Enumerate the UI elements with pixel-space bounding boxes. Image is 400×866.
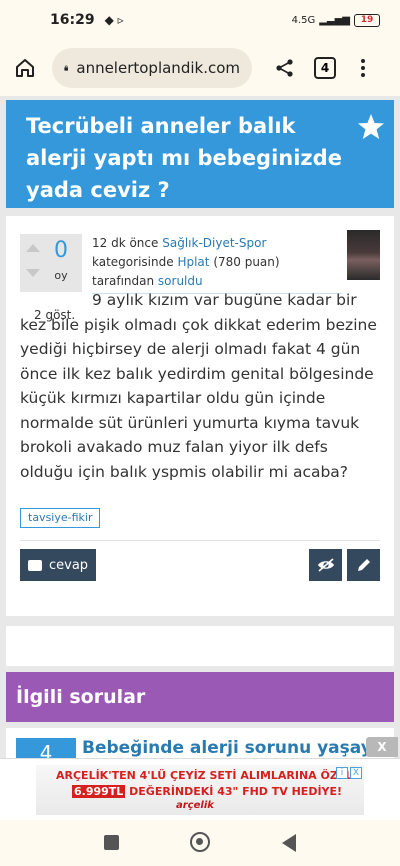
question-title: Tecrübeli anneler balık alerji yaptı mı … (26, 114, 342, 202)
battery-icon: 19 (354, 13, 380, 27)
clock: 16:29 (50, 12, 95, 28)
ad-line-2: 6.999TL DEĞERİNDEKİ 43" FHD TV HEDİYE! (72, 785, 342, 798)
address-bar[interactable]: annelertoplandik.com (52, 48, 252, 88)
ad-info-icon[interactable]: i (336, 767, 348, 779)
tab-switcher-button[interactable]: 4 (314, 57, 336, 79)
meta-category-suffix: kategorisinde (92, 255, 174, 269)
ad-brand-logo: arçelik (176, 800, 214, 811)
reply-label: cevap (49, 557, 89, 573)
question-title-box: Tecrübeli anneler balık alerji yaptı mı … (6, 100, 394, 208)
related-title[interactable]: Bebeğinde alerji sorunu yaşayan (82, 738, 395, 758)
favorite-star-icon[interactable] (356, 112, 386, 142)
home-button[interactable] (10, 53, 40, 83)
related-questions-header: İlgili sorular (6, 672, 394, 722)
ad-line-2-text: DEĞERİNDEKİ 43" FHD TV HEDİYE! (129, 785, 343, 798)
home-icon (16, 59, 34, 77)
answers-placeholder (6, 626, 394, 666)
ad-close-button[interactable]: X (366, 737, 398, 757)
related-heading: İlgili sorular (16, 686, 146, 708)
vote-down-icon[interactable] (26, 269, 40, 277)
question-meta: 12 dk önce Sağlık-Diyet-Spor kategorisin… (92, 234, 342, 294)
comment-icon (28, 559, 42, 571)
vote-label: oy (54, 269, 68, 282)
status-icons: 4.5G ▂▃▅▆ 19 (291, 13, 380, 27)
ad-line-1: ARÇELİK'TEN 4'LÜ ÇEYİZ SETİ ALIMLARINA Ö… (56, 769, 353, 782)
user-link[interactable]: Hplat (177, 255, 209, 269)
back-button[interactable] (282, 834, 296, 852)
home-nav-button[interactable] (190, 832, 210, 852)
url-text: annelertoplandik.com (76, 59, 240, 77)
asked-link[interactable]: soruldu (158, 274, 203, 288)
notification-icons: ◆ ▹ (104, 13, 124, 27)
user-points: (780 puan) (213, 255, 280, 269)
category-link[interactable]: Sağlık-Diyet-Spor (162, 236, 266, 250)
ad-banner: ARÇELİK'TEN 4'LÜ ÇEYİZ SETİ ALIMLARINA Ö… (0, 758, 400, 820)
divider (20, 540, 380, 541)
meta-time: 12 dk önce (92, 236, 159, 250)
vote-box: 0 oy (20, 234, 82, 292)
hide-button[interactable] (309, 549, 342, 581)
page-content: Tecrübeli anneler balık alerji yaptı mı … (0, 96, 400, 758)
question-card: 0 oy 2 göst. 12 dk önce Sağlık-Diyet-Spo… (6, 216, 394, 616)
ad-x-icon[interactable]: X (350, 767, 362, 779)
avatar[interactable] (347, 230, 380, 280)
signal-icon: ▂▃▅▆ (319, 14, 350, 26)
ad-price: 6.999TL (72, 785, 126, 798)
vote-count: 0 (54, 238, 68, 263)
ad-creative[interactable]: ARÇELİK'TEN 4'LÜ ÇEYİZ SETİ ALIMLARINA Ö… (36, 765, 364, 815)
edit-button[interactable] (347, 549, 380, 581)
list-item[interactable]: 4 Bebeğinde alerji sorunu yaşayan (6, 728, 395, 758)
overflow-menu-button[interactable] (358, 59, 368, 77)
browser-toolbar: annelertoplandik.com 4 (0, 40, 400, 96)
vote-up-icon[interactable] (26, 244, 40, 252)
reply-button[interactable]: cevap (20, 549, 96, 581)
status-bar: 16:29 ◆ ▹ 4.5G ▂▃▅▆ 19 (0, 0, 400, 40)
system-nav-bar (0, 820, 400, 866)
pencil-icon (357, 559, 370, 571)
share-button[interactable] (270, 53, 300, 83)
ad-choices: i X (336, 767, 362, 779)
eye-slash-icon (317, 558, 334, 572)
question-body: 9 aylık kızım var bugüne kadar bir kez b… (20, 291, 377, 481)
share-icon (276, 59, 293, 77)
recents-button[interactable] (104, 835, 119, 850)
lock-icon (64, 65, 68, 71)
tag-link[interactable]: tavsiye-fikir (20, 508, 101, 528)
meta-by: tarafından (92, 274, 155, 288)
network-type: 4.5G (291, 14, 316, 26)
related-answer-count: 4 (16, 738, 76, 758)
